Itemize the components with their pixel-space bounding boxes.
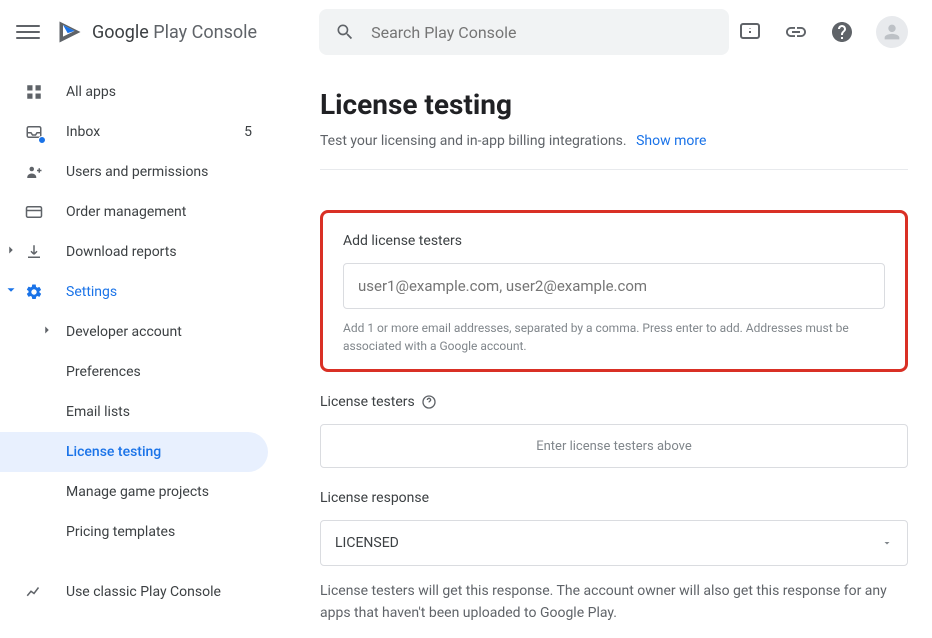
sidebar-item-label: Use classic Play Console — [66, 584, 221, 600]
sidebar-item-order-management[interactable]: Order management — [0, 192, 268, 232]
logo-text: Google Play Console — [92, 22, 257, 43]
show-more-link[interactable]: Show more — [636, 133, 706, 149]
chart-line-icon — [24, 582, 44, 602]
link-icon[interactable] — [784, 20, 808, 44]
sidebar-item-settings[interactable]: Settings — [0, 272, 268, 312]
license-response-label: License response — [320, 490, 908, 506]
inbox-badge: 5 — [244, 124, 252, 140]
sidebar-item-label: License testing — [66, 444, 161, 460]
license-response-hint: License testers will get this response. … — [320, 580, 908, 625]
chevron-right-icon — [4, 243, 18, 261]
dropdown-caret-icon — [881, 537, 893, 549]
search-input[interactable] — [371, 23, 713, 42]
license-testers-section: License testers Enter license testers ab… — [320, 394, 908, 468]
page-description: Test your licensing and in-app billing i… — [320, 133, 908, 170]
sidebar-subitem-license-testing[interactable]: License testing — [0, 432, 268, 472]
person-icon — [881, 21, 903, 43]
license-response-value: LICENSED — [335, 535, 399, 551]
sidebar-item-label: Inbox — [66, 124, 100, 140]
sidebar-item-label: Developer account — [66, 324, 182, 340]
sidebar-item-label: All apps — [66, 84, 116, 100]
sidebar: All apps Inbox 5 Users and permissions O… — [0, 64, 268, 638]
users-icon — [24, 162, 44, 182]
help-icon[interactable] — [830, 20, 854, 44]
announcement-icon[interactable] — [738, 20, 762, 44]
sidebar-item-use-classic[interactable]: Use classic Play Console — [0, 572, 268, 612]
sidebar-item-inbox[interactable]: Inbox 5 — [0, 112, 268, 152]
search-bar[interactable] — [319, 9, 729, 55]
license-testers-label: License testers — [320, 394, 415, 410]
sidebar-item-download-reports[interactable]: Download reports — [0, 232, 268, 272]
add-license-testers-input[interactable] — [343, 263, 885, 309]
page-title: License testing — [320, 88, 908, 121]
sidebar-subitem-pricing-templates[interactable]: Pricing templates — [0, 512, 268, 552]
add-license-testers-hint: Add 1 or more email addresses, separated… — [343, 319, 885, 355]
sidebar-item-label: Pricing templates — [66, 524, 175, 540]
logo[interactable]: Google Play Console — [56, 18, 257, 46]
help-circle-icon[interactable] — [421, 394, 437, 410]
sidebar-subitem-developer-account[interactable]: Developer account — [0, 312, 268, 352]
download-icon — [24, 242, 44, 262]
sidebar-item-label: Order management — [66, 204, 186, 220]
chevron-right-icon — [40, 323, 54, 341]
sidebar-item-label: Email lists — [66, 404, 130, 420]
main-content: License testing Test your licensing and … — [268, 64, 932, 638]
license-response-section: License response LICENSED License tester… — [320, 490, 908, 625]
sidebar-item-users-permissions[interactable]: Users and permissions — [0, 152, 268, 192]
license-response-select[interactable]: LICENSED — [320, 520, 908, 566]
add-license-testers-label: Add license testers — [343, 233, 885, 249]
hamburger-menu[interactable] — [16, 20, 40, 44]
license-testers-empty: Enter license testers above — [320, 424, 908, 468]
apps-icon — [24, 82, 44, 102]
gear-icon — [24, 282, 44, 302]
search-icon — [335, 22, 355, 42]
sidebar-subitem-preferences[interactable]: Preferences — [0, 352, 268, 392]
chevron-down-icon — [4, 283, 18, 301]
sidebar-item-label: Preferences — [66, 364, 141, 380]
sidebar-item-label: Users and permissions — [66, 164, 208, 180]
sidebar-item-label: Settings — [66, 284, 117, 300]
sidebar-subitem-email-lists[interactable]: Email lists — [0, 392, 268, 432]
sidebar-item-label: Manage game projects — [66, 484, 209, 500]
sidebar-item-label: Download reports — [66, 244, 177, 260]
inbox-icon — [24, 122, 44, 142]
add-license-testers-section: Add license testers Add 1 or more email … — [320, 210, 908, 372]
credit-card-icon — [24, 202, 44, 222]
avatar[interactable] — [876, 16, 908, 48]
play-console-logo-icon — [56, 18, 84, 46]
sidebar-item-all-apps[interactable]: All apps — [0, 72, 268, 112]
sidebar-subitem-manage-game-projects[interactable]: Manage game projects — [0, 472, 268, 512]
